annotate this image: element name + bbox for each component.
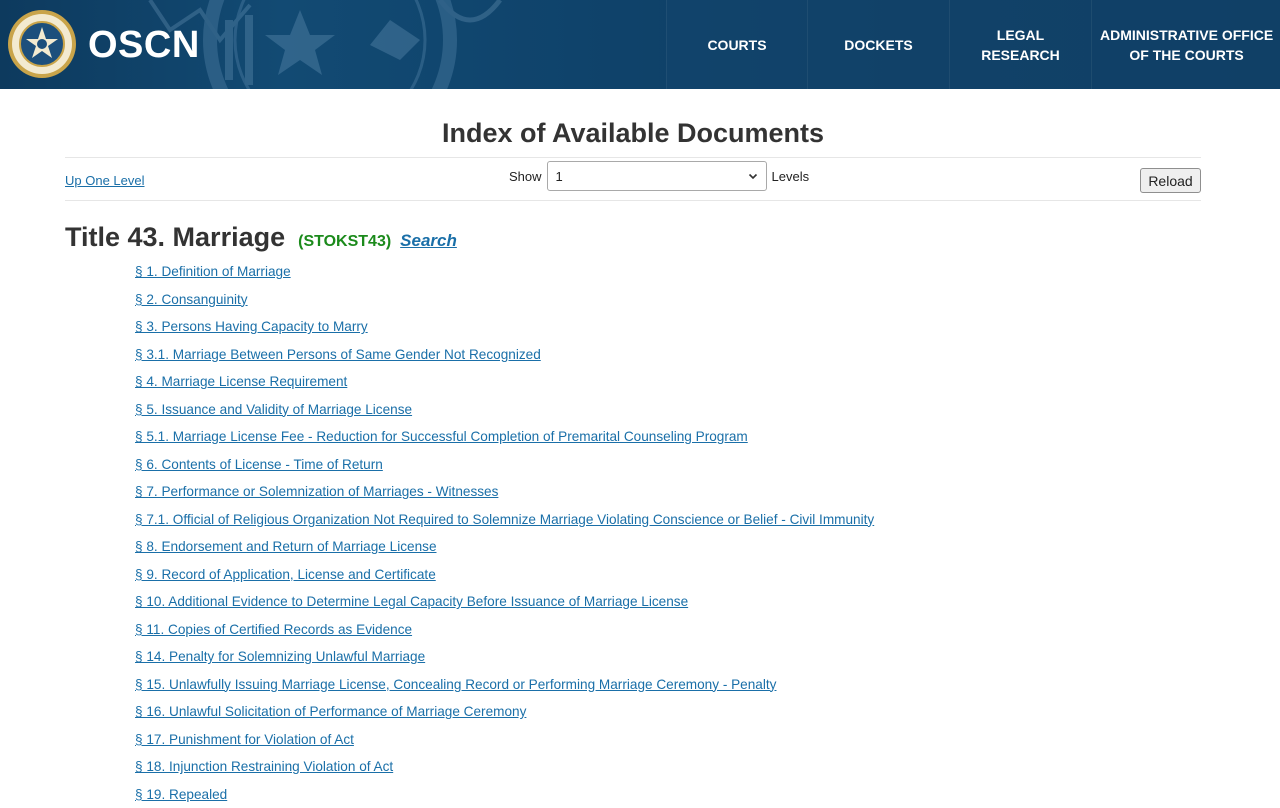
page-title: Index of Available Documents: [65, 89, 1201, 157]
main-content: Index of Available Documents Up One Leve…: [65, 89, 1201, 808]
list-item: § 8. Endorsement and Return of Marriage …: [135, 533, 1201, 561]
site-logo-text[interactable]: OSCN: [88, 23, 200, 67]
levels-select-value: 1: [556, 169, 563, 184]
nav-courts[interactable]: COURTS: [666, 0, 807, 89]
list-item: § 3.1. Marriage Between Persons of Same …: [135, 341, 1201, 369]
section-link[interactable]: § 3. Persons Having Capacity to Marry: [135, 319, 368, 334]
section-link[interactable]: § 5. Issuance and Validity of Marriage L…: [135, 402, 412, 417]
nav-administrative-office[interactable]: ADMINISTRATIVE OFFICE OF THE COURTS: [1091, 0, 1280, 89]
section-link[interactable]: § 5.1. Marriage License Fee - Reduction …: [135, 429, 748, 444]
section-link[interactable]: § 3.1. Marriage Between Persons of Same …: [135, 347, 541, 362]
section-link[interactable]: § 8. Endorsement and Return of Marriage …: [135, 539, 437, 554]
levels-label: Levels: [772, 169, 810, 184]
section-link[interactable]: § 7.1. Official of Religious Organizatio…: [135, 512, 874, 527]
levels-select[interactable]: 1: [547, 161, 767, 191]
nav-legal-research[interactable]: LEGAL RESEARCH: [949, 0, 1091, 89]
level-selector-group: Show 1 Levels: [509, 161, 809, 191]
site-header: OSCN COURTS DOCKETS LEGAL RESEARCH ADMIN…: [0, 0, 1280, 89]
list-item: § 9. Record of Application, License and …: [135, 561, 1201, 589]
list-item: § 17. Punishment for Violation of Act: [135, 726, 1201, 754]
list-item: § 11. Copies of Certified Records as Evi…: [135, 616, 1201, 644]
title-name: Title 43. Marriage: [65, 222, 285, 253]
level-controls: Up One Level Show 1 Levels Reload: [65, 157, 1201, 201]
supreme-court-seal-icon[interactable]: [7, 7, 77, 81]
show-label: Show: [509, 169, 542, 184]
section-link[interactable]: § 6. Contents of License - Time of Retur…: [135, 457, 383, 472]
list-item: § 3. Persons Having Capacity to Marry: [135, 313, 1201, 341]
section-link[interactable]: § 7. Performance or Solemnization of Mar…: [135, 484, 498, 499]
section-link[interactable]: § 9. Record of Application, License and …: [135, 567, 436, 582]
section-link[interactable]: § 2. Consanguinity: [135, 292, 248, 307]
chevron-down-icon: [748, 171, 758, 181]
list-item: § 10. Additional Evidence to Determine L…: [135, 588, 1201, 616]
section-link[interactable]: § 11. Copies of Certified Records as Evi…: [135, 622, 412, 637]
list-item: § 7.1. Official of Religious Organizatio…: [135, 506, 1201, 534]
section-link[interactable]: § 15. Unlawfully Issuing Marriage Licens…: [135, 677, 776, 692]
nav-dockets[interactable]: DOCKETS: [807, 0, 949, 89]
title-heading: Title 43. Marriage (STOKST43) Search: [65, 222, 1201, 252]
list-item: § 6. Contents of License - Time of Retur…: [135, 451, 1201, 479]
list-item: § 15. Unlawfully Issuing Marriage Licens…: [135, 671, 1201, 699]
list-item: § 16. Unlawful Solicitation of Performan…: [135, 698, 1201, 726]
section-link[interactable]: § 17. Punishment for Violation of Act: [135, 732, 354, 747]
section-link[interactable]: § 4. Marriage License Requirement: [135, 374, 347, 389]
list-item: § 7. Performance or Solemnization of Mar…: [135, 478, 1201, 506]
title-code: (STOKST43): [298, 233, 391, 251]
list-item: § 4. Marriage License Requirement: [135, 368, 1201, 396]
section-link[interactable]: § 1. Definition of Marriage: [135, 264, 291, 279]
section-list: § 1. Definition of Marriage § 2. Consangu…: [65, 258, 1201, 808]
list-item: § 5. Issuance and Validity of Marriage L…: [135, 396, 1201, 424]
list-item: § 14. Penalty for Solemnizing Unlawful M…: [135, 643, 1201, 671]
list-item: § 19. Repealed: [135, 781, 1201, 808]
section-link[interactable]: § 10. Additional Evidence to Determine L…: [135, 594, 688, 609]
section-link[interactable]: § 19. Repealed: [135, 787, 227, 802]
list-item: § 5.1. Marriage License Fee - Reduction …: [135, 423, 1201, 451]
list-item: § 2. Consanguinity: [135, 286, 1201, 314]
section-link[interactable]: § 18. Injunction Restraining Violation o…: [135, 759, 393, 774]
up-one-level-link[interactable]: Up One Level: [65, 173, 145, 188]
list-item: § 18. Injunction Restraining Violation o…: [135, 753, 1201, 781]
title-search-link[interactable]: Search: [400, 231, 457, 251]
section-link[interactable]: § 16. Unlawful Solicitation of Performan…: [135, 704, 526, 719]
section-link[interactable]: § 14. Penalty for Solemnizing Unlawful M…: [135, 649, 425, 664]
reload-button[interactable]: Reload: [1140, 168, 1201, 193]
list-item: § 1. Definition of Marriage: [135, 258, 1201, 286]
main-nav: COURTS DOCKETS LEGAL RESEARCH ADMINISTRA…: [666, 0, 1280, 89]
